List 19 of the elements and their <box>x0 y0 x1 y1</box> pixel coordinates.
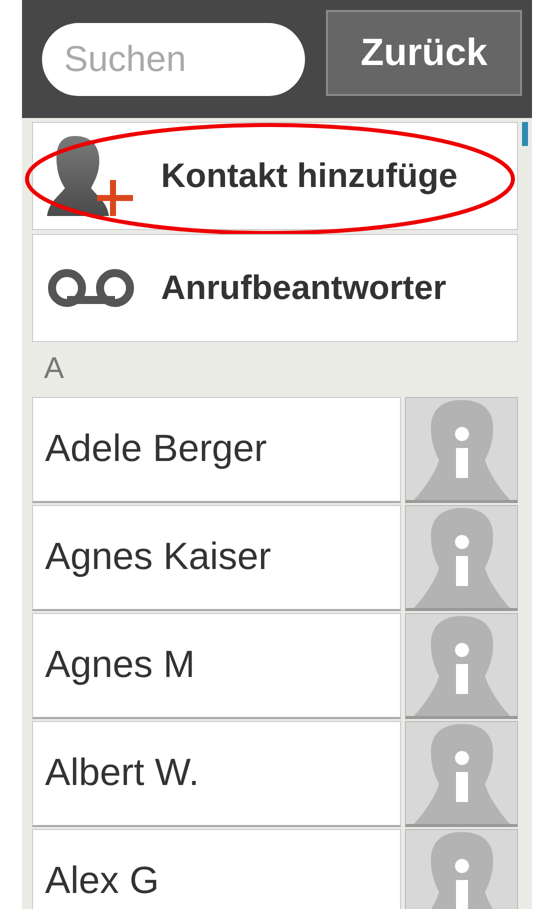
menu-item-label: Kontakt hinzufüge <box>161 156 458 196</box>
menu-item[interactable]: Kontakt hinzufüge <box>32 122 518 230</box>
voicemail-icon <box>45 266 137 310</box>
contact-name[interactable]: Adele Berger <box>32 397 401 503</box>
contact-name[interactable]: Albert W. <box>32 721 401 827</box>
scroll-indicator <box>522 122 528 146</box>
menu-item-label: Anrufbeantworter <box>161 268 446 308</box>
contact-info-button[interactable] <box>405 829 518 909</box>
menu-item[interactable]: Anrufbeantworter <box>32 234 518 342</box>
contact-info-button[interactable] <box>405 721 518 827</box>
search-field[interactable]: Suchen <box>42 22 305 96</box>
contact-name[interactable]: Alex G <box>32 829 401 909</box>
contact-info-button[interactable] <box>405 397 518 503</box>
contact-name[interactable]: Agnes M <box>32 613 401 719</box>
contact-name[interactable]: Agnes Kaiser <box>32 505 401 611</box>
contact-info-button[interactable] <box>405 505 518 611</box>
section-letter: A <box>44 352 64 386</box>
back-button[interactable]: Zurück <box>326 10 522 96</box>
contact-info-button[interactable] <box>405 613 518 719</box>
